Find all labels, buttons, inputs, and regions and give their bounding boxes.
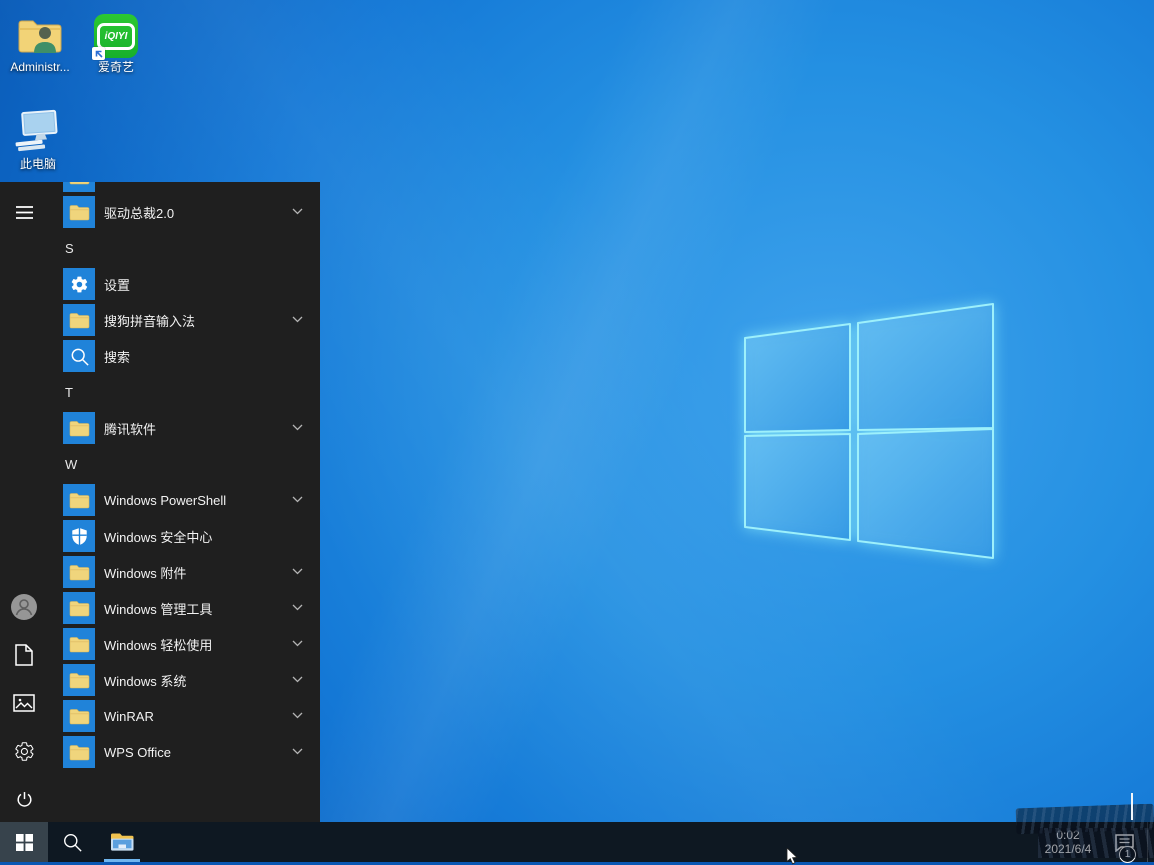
pictures-icon [13, 694, 35, 712]
search-icon [63, 340, 95, 372]
desktop-icon-administrator[interactable]: Administr... [2, 6, 78, 74]
gear-icon [14, 741, 35, 762]
taskbar-search-button[interactable] [48, 822, 96, 862]
taskbar-file-explorer-button[interactable] [98, 822, 146, 862]
start-menu-item[interactable]: 搜狗拼音输入法 [48, 302, 320, 338]
mouse-cursor [786, 848, 799, 865]
start-menu-section-header[interactable]: W [48, 446, 320, 482]
start-menu-item[interactable]: Windows 轻松使用 [48, 626, 320, 662]
start-menu-item-label: 搜索 [104, 347, 130, 366]
windows-logo-wallpaper [735, 294, 1005, 570]
desktop-icon-this-pc[interactable]: 此电脑 [0, 103, 76, 171]
start-button[interactable] [0, 822, 48, 862]
start-menu-item[interactable]: 驱动总裁2.0 [48, 194, 320, 230]
folder-icon [63, 304, 95, 336]
start-menu-item-label: Windows 管理工具 [104, 599, 212, 618]
folder-icon [63, 736, 95, 768]
start-menu-section-header[interactable]: T [48, 374, 320, 410]
power-icon [14, 789, 35, 810]
folder-icon [63, 196, 95, 228]
taskbar-clock[interactable]: 0:02 2021/6/4 [1030, 822, 1106, 862]
file-explorer-icon [109, 831, 135, 853]
start-menu-app-list: 驱动总裁2.0 S 设置搜狗拼音输入法搜索 T 腾讯软件 W Windows PowerSh… [48, 182, 320, 822]
folder-icon [63, 592, 95, 624]
start-menu-item-label: Windows 附件 [104, 563, 186, 582]
shortcut-arrow-icon [92, 47, 105, 60]
start-menu-item-label: Windows 安全中心 [104, 527, 212, 546]
start-menu-item[interactable]: WinRAR [48, 698, 320, 734]
start-menu-item[interactable]: Windows 系统 [48, 662, 320, 698]
folder-icon [63, 556, 95, 588]
start-menu-item-label: 搜狗拼音输入法 [104, 311, 195, 330]
chevron-down-icon[interactable] [292, 712, 303, 719]
show-desktop-button[interactable] [1147, 822, 1154, 862]
chevron-down-icon[interactable] [292, 748, 303, 755]
start-menu-item-label: 驱动总裁2.0 [104, 203, 174, 222]
desktop-icon-label: Administr... [2, 61, 78, 74]
start-menu-item[interactable]: Windows PowerShell [48, 482, 320, 518]
start-menu-item-label: 腾讯软件 [104, 419, 156, 438]
start-menu-section-header[interactable]: S [48, 230, 320, 266]
shield-icon [63, 520, 95, 552]
start-menu: 驱动总裁2.0 S 设置搜狗拼音输入法搜索 T 腾讯软件 W Windows PowerSh… [0, 182, 320, 822]
power-button[interactable] [0, 775, 48, 822]
windows-logo-icon [16, 834, 33, 851]
chevron-down-icon[interactable] [292, 208, 303, 215]
start-menu-item[interactable]: Windows 安全中心 [48, 518, 320, 554]
user-folder-icon [15, 14, 65, 58]
chevron-down-icon[interactable] [292, 424, 303, 431]
start-menu-item-label: Windows PowerShell [104, 493, 226, 508]
clock-time: 0:02 [1056, 828, 1079, 842]
computer-icon [12, 107, 64, 155]
hamburger-menu-button[interactable] [0, 188, 48, 236]
settings-button[interactable] [0, 727, 48, 775]
start-menu-item-label: WinRAR [104, 709, 154, 724]
iqiyi-app-icon: iQIYI [94, 14, 138, 58]
notification-badge: 1 [1119, 846, 1136, 863]
pictures-button[interactable] [0, 679, 48, 727]
clock-date: 2021/6/4 [1045, 842, 1092, 856]
document-icon [14, 644, 34, 666]
taskbar: 0:02 2021/6/4 1 [0, 822, 1154, 862]
gear-icon [63, 268, 95, 300]
folder-icon [63, 182, 95, 192]
start-menu-item[interactable]: WPS Office [48, 734, 320, 770]
user-account-button[interactable] [0, 583, 48, 631]
hamburger-icon [16, 206, 33, 219]
start-menu-item-label: WPS Office [104, 745, 171, 760]
chevron-down-icon[interactable] [292, 676, 303, 683]
iqiyi-brand-text: iQIYI [105, 31, 128, 42]
documents-button[interactable] [0, 631, 48, 679]
start-menu-rail [0, 182, 48, 822]
folder-icon [63, 700, 95, 732]
chevron-down-icon[interactable] [292, 316, 303, 323]
start-menu-item-label: Windows 系统 [104, 671, 186, 690]
folder-icon [63, 628, 95, 660]
desktop-icon-label: 此电脑 [0, 158, 76, 171]
user-avatar-icon [10, 593, 38, 621]
folder-icon [63, 484, 95, 516]
start-menu-item-label: Windows 轻松使用 [104, 635, 212, 654]
chevron-down-icon[interactable] [292, 640, 303, 647]
search-icon [63, 833, 82, 852]
folder-icon [63, 412, 95, 444]
start-menu-item[interactable]: Windows 附件 [48, 554, 320, 590]
start-menu-item[interactable]: Windows 管理工具 [48, 590, 320, 626]
start-menu-item-label: 设置 [104, 275, 130, 294]
chevron-down-icon[interactable] [292, 604, 303, 611]
start-menu-item[interactable]: 搜索 [48, 338, 320, 374]
folder-icon [63, 664, 95, 696]
start-menu-item[interactable]: 设置 [48, 266, 320, 302]
chevron-down-icon[interactable] [292, 568, 303, 575]
chevron-down-icon[interactable] [292, 496, 303, 503]
start-menu-item[interactable]: 腾讯软件 [48, 410, 320, 446]
start-menu-item-clipped[interactable] [48, 182, 320, 194]
desktop-icon-iqiyi[interactable]: iQIYI 爱奇艺 [78, 6, 154, 74]
desktop-icon-label: 爱奇艺 [78, 61, 154, 74]
